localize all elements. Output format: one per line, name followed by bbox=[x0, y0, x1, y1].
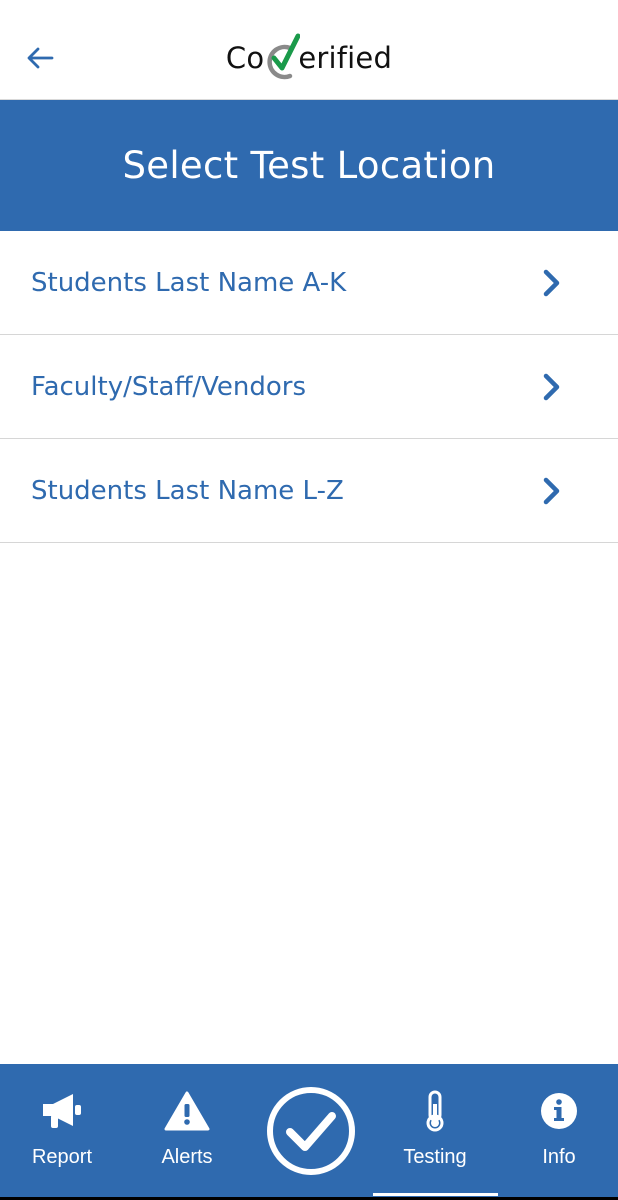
app-logo: Co erified bbox=[0, 30, 618, 86]
location-label: Students Last Name L-Z bbox=[31, 475, 344, 506]
check-circle-logo-icon bbox=[266, 32, 301, 84]
chevron-right-icon bbox=[543, 269, 560, 296]
nav-info[interactable]: Info bbox=[504, 1064, 614, 1200]
location-label: Faculty/Staff/Vendors bbox=[31, 371, 307, 402]
check-in-button[interactable] bbox=[266, 1086, 356, 1176]
info-icon bbox=[541, 1093, 577, 1129]
nav-alerts-label: Alerts bbox=[161, 1146, 213, 1168]
location-list: Students Last Name A-K Faculty/Staff/Ven… bbox=[0, 231, 618, 543]
nav-info-label: Info bbox=[542, 1146, 576, 1168]
nav-report-label: Report bbox=[31, 1146, 93, 1168]
nav-report[interactable]: Report bbox=[7, 1064, 117, 1200]
thermometer-icon bbox=[426, 1090, 444, 1132]
location-item-students-l-z[interactable]: Students Last Name L-Z bbox=[0, 439, 618, 543]
chevron-right-icon bbox=[543, 373, 560, 400]
location-item-students-a-k[interactable]: Students Last Name A-K bbox=[0, 231, 618, 335]
warning-icon bbox=[164, 1091, 210, 1131]
logo-text-prefix: Co bbox=[225, 41, 265, 75]
active-tab-indicator bbox=[373, 1193, 498, 1196]
title-band: Select Test Location bbox=[0, 100, 618, 231]
location-item-faculty-staff-vendors[interactable]: Faculty/Staff/Vendors bbox=[0, 335, 618, 439]
check-circle-icon bbox=[267, 1087, 355, 1175]
page-title: Select Test Location bbox=[122, 144, 496, 187]
nav-testing[interactable]: Testing bbox=[380, 1064, 490, 1200]
logo-text-suffix: erified bbox=[298, 41, 393, 75]
chevron-right-icon bbox=[543, 477, 560, 504]
location-label: Students Last Name A-K bbox=[31, 267, 347, 298]
megaphone-icon bbox=[43, 1094, 81, 1128]
nav-alerts[interactable]: Alerts bbox=[132, 1064, 242, 1200]
nav-testing-label: Testing bbox=[403, 1146, 467, 1168]
top-bar: Co erified bbox=[0, 0, 618, 100]
